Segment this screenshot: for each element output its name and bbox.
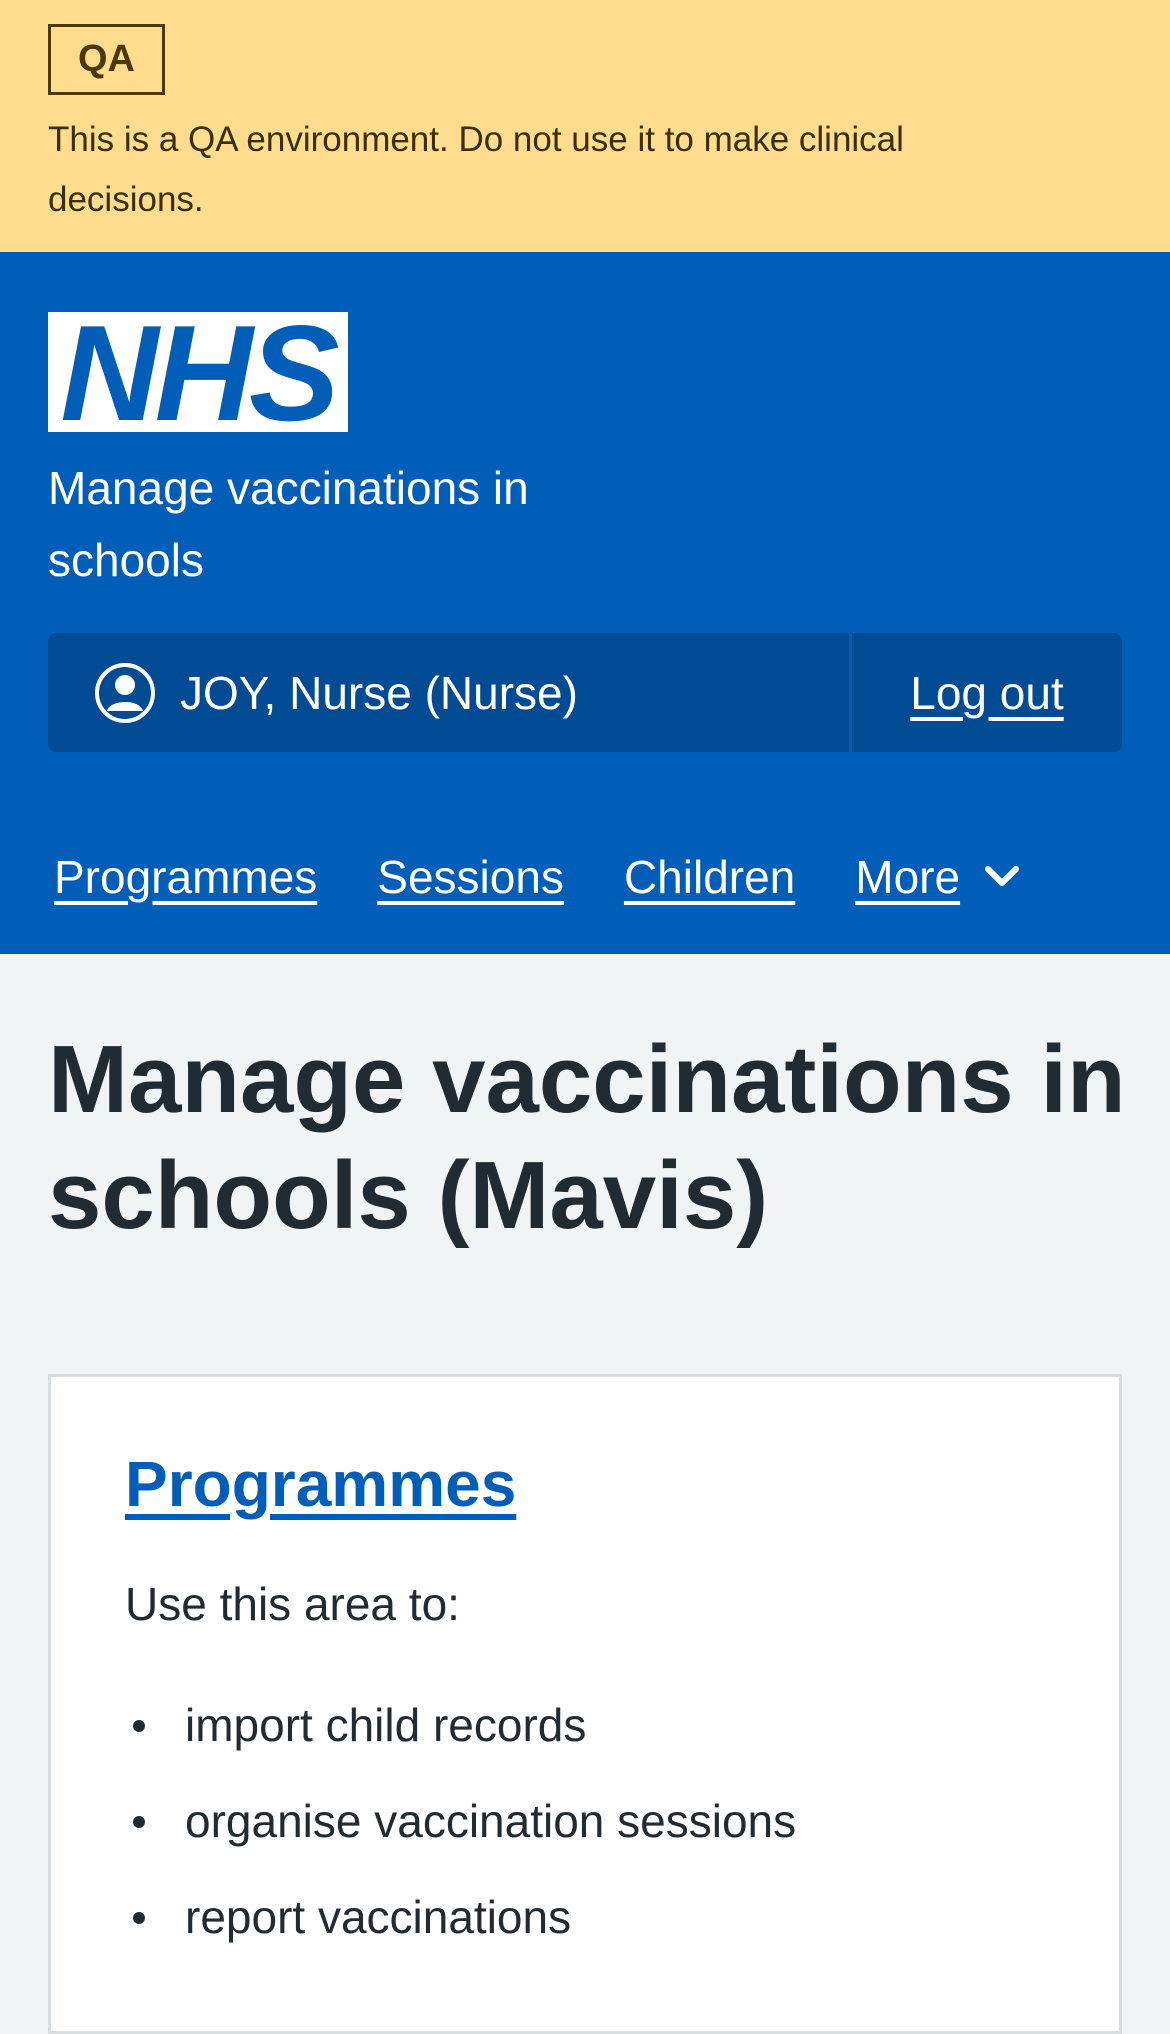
account-user-name: JOY, Nurse (Nurse) bbox=[180, 666, 578, 719]
nhs-logo[interactable]: NHS bbox=[48, 312, 348, 432]
nav-item-programmes[interactable]: Programmes bbox=[54, 850, 317, 904]
list-item: organise vaccination sessions bbox=[125, 1773, 796, 1869]
programmes-card: Programmes Use this area to: import chil… bbox=[48, 1374, 1122, 2034]
qa-tag: QA bbox=[48, 24, 165, 95]
nav-item-label: Children bbox=[623, 851, 796, 903]
card-list: import child records organise vaccinatio… bbox=[125, 1677, 796, 1965]
site-header: NHS Manage vaccinations in schools JOY, … bbox=[0, 252, 1170, 954]
list-item: import child records bbox=[125, 1677, 796, 1773]
nav-item-label: Programmes bbox=[54, 851, 318, 903]
logout-link[interactable]: Log out bbox=[852, 633, 1122, 752]
qa-environment-banner: QA This is a QA environment. Do not use … bbox=[0, 0, 1170, 252]
page-title: Manage vaccinations in schools (Mavis) bbox=[48, 1026, 1126, 1249]
list-item: report vaccinations bbox=[125, 1869, 796, 1965]
nav-item-sessions[interactable]: Sessions bbox=[377, 850, 564, 904]
programmes-card-link[interactable]: Programmes bbox=[125, 1447, 516, 1521]
account-bar: JOY, Nurse (Nurse) Log out bbox=[48, 633, 1122, 752]
nav-item-more[interactable]: More bbox=[855, 850, 1022, 904]
user-icon bbox=[95, 662, 155, 723]
primary-navigation: Programmes Sessions Children More bbox=[54, 822, 1082, 932]
service-name[interactable]: Manage vaccinations in schools bbox=[48, 452, 648, 596]
qa-message: This is a QA environment. Do not use it … bbox=[48, 120, 904, 219]
chevron-down-icon bbox=[985, 866, 1020, 886]
nav-item-label: Sessions bbox=[377, 851, 564, 903]
nav-item-children[interactable]: Children bbox=[624, 850, 795, 904]
account-user: JOY, Nurse (Nurse) bbox=[48, 633, 849, 752]
card-intro: Use this area to: bbox=[125, 1578, 460, 1630]
nhs-logo-text: NHS bbox=[60, 312, 338, 432]
nav-item-label: More bbox=[855, 851, 961, 903]
